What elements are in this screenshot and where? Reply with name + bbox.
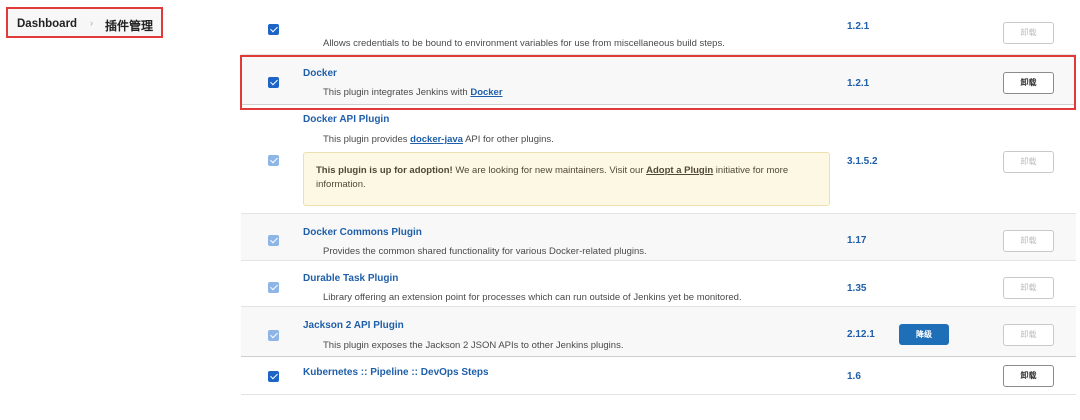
plugin-description: This plugin exposes the Jackson 2 JSON A… <box>323 340 624 351</box>
docker-link[interactable]: Docker <box>470 87 502 98</box>
plugin-name-link[interactable]: Durable Task Plugin <box>303 273 398 284</box>
plugin-description: This plugin integrates Jenkins with Dock… <box>323 87 503 98</box>
plugin-version: 2.12.1 <box>847 329 875 340</box>
plugin-name-link[interactable]: Docker API Plugin <box>303 114 389 125</box>
plugin-version: 3.1.5.2 <box>847 156 878 167</box>
uninstall-button[interactable]: 卸载 <box>1003 151 1054 173</box>
breadcrumb-separator-icon: › <box>90 18 93 28</box>
plugin-description-suffix: API for other plugins. <box>462 134 554 145</box>
plugin-enabled-checkbox[interactable] <box>268 235 279 246</box>
plugin-enabled-checkbox[interactable] <box>268 155 279 166</box>
adopt-a-plugin-link[interactable]: Adopt a Plugin <box>646 165 713 176</box>
plugin-row-jackson2-api: Jackson 2 API Plugin This plugin exposes… <box>241 307 1076 357</box>
plugin-version: 1.2.1 <box>847 21 870 32</box>
uninstall-button[interactable]: 卸载 <box>1003 365 1054 387</box>
plugin-version: 1.17 <box>847 235 867 246</box>
plugin-description: Provides the common shared functionality… <box>323 246 647 257</box>
plugin-enabled-checkbox[interactable] <box>268 77 279 88</box>
plugin-description: Library offering an extension point for … <box>323 292 742 303</box>
plugin-description: Allows credentials to be bound to enviro… <box>323 38 725 49</box>
plugin-name-link[interactable]: Docker <box>303 68 337 79</box>
uninstall-button[interactable]: 卸载 <box>1003 22 1054 44</box>
plugin-enabled-checkbox[interactable] <box>268 330 279 341</box>
plugin-version: 1.35 <box>847 283 867 294</box>
adoption-notice: This plugin is up for adoption! We are l… <box>303 152 830 206</box>
plugin-enabled-checkbox[interactable] <box>268 24 279 35</box>
plugin-row-docker: Docker This plugin integrates Jenkins wi… <box>241 56 1076 105</box>
plugin-row-docker-commons: Docker Commons Plugin Provides the commo… <box>241 214 1076 261</box>
downgrade-button[interactable]: 降级 <box>899 324 949 345</box>
breadcrumb-current-page: 插件管理 <box>105 19 154 33</box>
plugin-name-link[interactable]: Jackson 2 API Plugin <box>303 320 404 331</box>
plugin-enabled-checkbox[interactable] <box>268 282 279 293</box>
plugin-enabled-checkbox[interactable] <box>268 371 279 382</box>
plugin-row-docker-api: Docker API Plugin This plugin provides d… <box>241 105 1076 214</box>
plugin-row: Allows credentials to be bound to enviro… <box>241 21 1076 55</box>
uninstall-button[interactable]: 卸载 <box>1003 72 1054 94</box>
plugin-row-durable-task: Durable Task Plugin Library offering an … <box>241 261 1076 307</box>
plugin-row-kubernetes-devops-steps: Kubernetes :: Pipeline :: DevOps Steps 1… <box>241 357 1076 395</box>
plugin-description-text: This plugin integrates Jenkins with <box>323 87 471 98</box>
adoption-title: This plugin is up for adoption! <box>316 165 453 176</box>
plugin-description-text: This plugin provides <box>323 134 411 145</box>
breadcrumb-dashboard-link[interactable]: Dashboard <box>17 18 77 30</box>
adoption-text: We are looking for new maintainers. Visi… <box>452 165 647 176</box>
plugin-name-link[interactable]: Docker Commons Plugin <box>303 227 422 238</box>
uninstall-button[interactable]: 卸载 <box>1003 324 1054 346</box>
uninstall-button[interactable]: 卸载 <box>1003 277 1054 299</box>
plugin-version: 1.6 <box>847 371 861 382</box>
plugin-name-link[interactable]: Kubernetes :: Pipeline :: DevOps Steps <box>303 367 489 378</box>
uninstall-button[interactable]: 卸载 <box>1003 230 1054 252</box>
docker-java-link[interactable]: docker-java <box>410 134 463 145</box>
plugin-description: This plugin provides docker-java API for… <box>323 134 554 145</box>
plugin-version: 1.2.1 <box>847 78 870 89</box>
